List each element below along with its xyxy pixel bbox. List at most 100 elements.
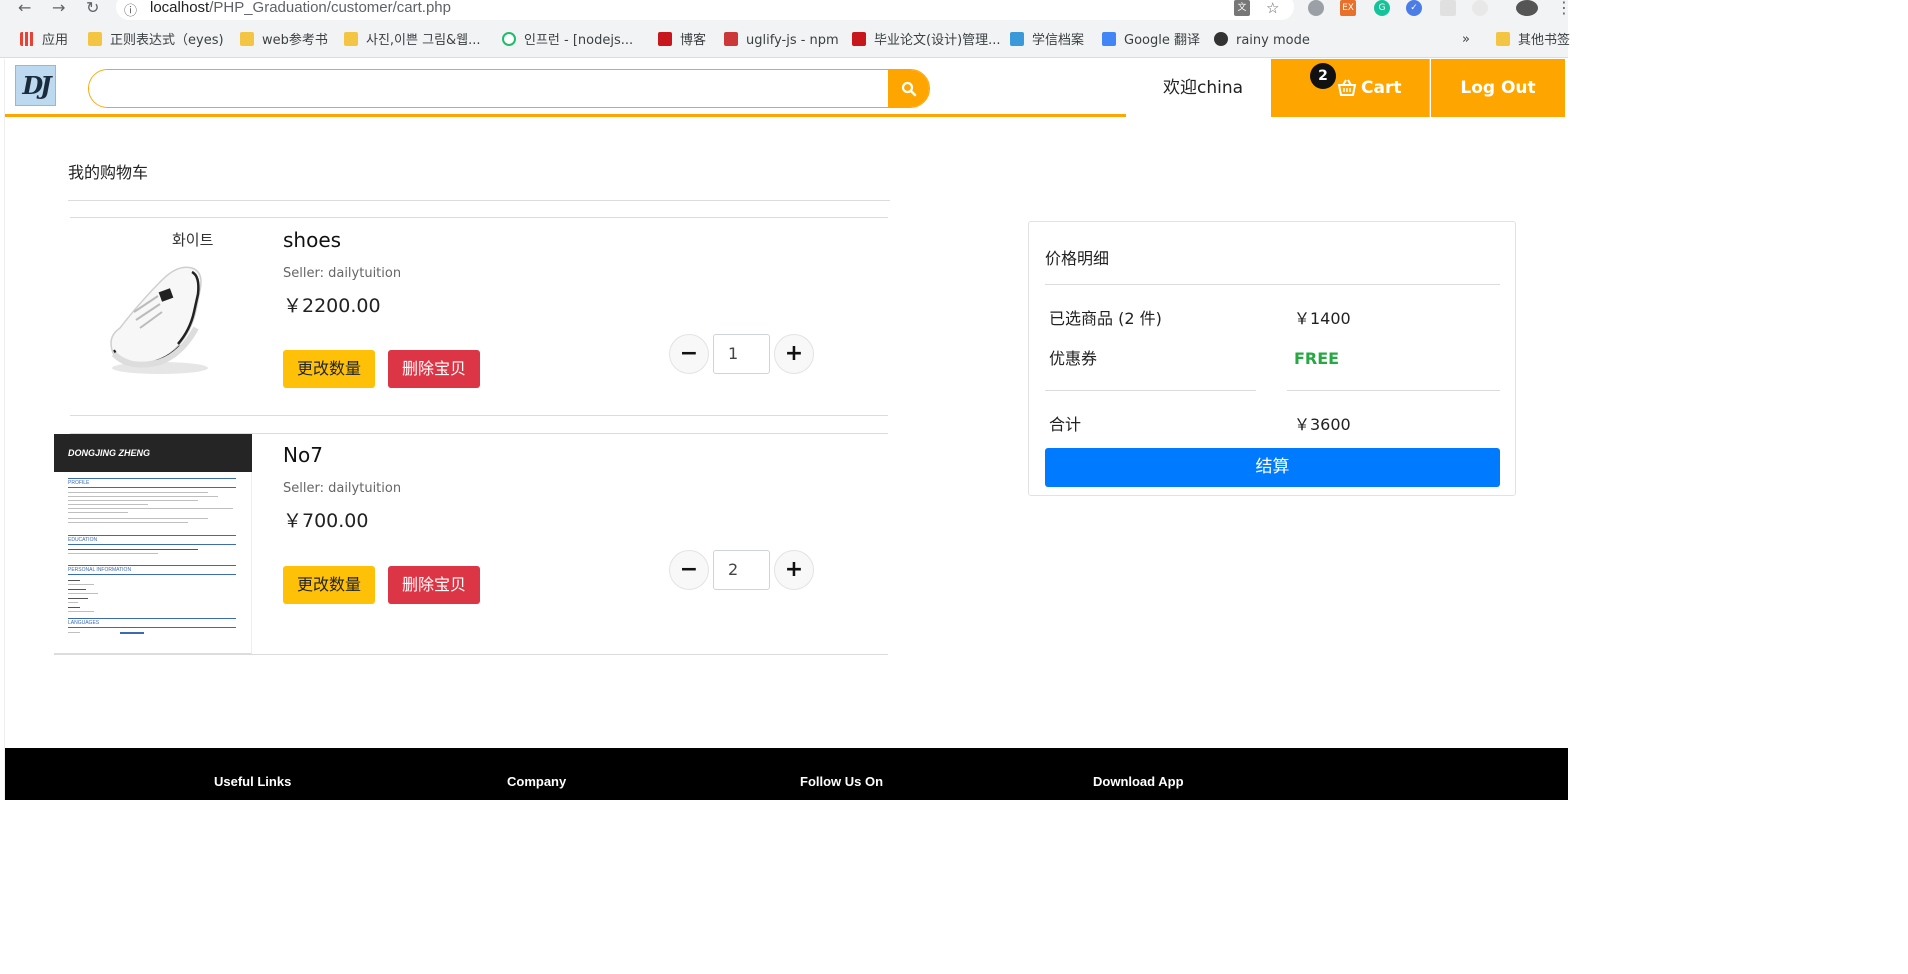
item-seller: Seller: dailytuition [283,481,402,496]
item-price: ￥700.00 [283,510,369,532]
image-caption: 화이트 [172,231,214,249]
delete-item-button[interactable]: 删除宝贝 [388,566,480,604]
bookmark-web-books[interactable]: web参考书 [240,32,328,49]
resume-text-line [68,492,208,493]
footer-download-app[interactable]: Download App [1093,774,1184,790]
resume-text-line [68,607,80,608]
selected-items-value: ￥1400 [1294,309,1351,328]
logout-button[interactable]: Log Out [1431,59,1565,117]
site-logo[interactable]: DJ [15,65,56,106]
back-icon[interactable]: ← [18,0,31,16]
folder-icon [1496,32,1510,46]
update-quantity-button[interactable]: 更改数量 [283,350,375,388]
item-name[interactable]: No7 [283,443,323,467]
product-image-shoes[interactable]: 화이트 [100,225,230,380]
bookmark-thesis[interactable]: 毕业论文(设计)管理... [852,32,1001,49]
quantity-increase-button[interactable]: + [774,550,814,590]
bookmark-inflearn[interactable]: 인프런 - [nodejs... [502,32,633,49]
cart-button[interactable]: 2 Cart [1271,59,1430,117]
resume-rule [68,565,236,566]
globe-extension-icon[interactable] [1308,0,1324,16]
bookmark-npm[interactable]: uglify-js - npm [724,32,839,49]
info-icon[interactable]: ⓘ [124,0,137,19]
bookmark-other[interactable]: 其他书签 [1496,32,1570,49]
resume-rule [68,544,236,545]
resume-text-line [68,553,158,554]
footer-company[interactable]: Company [507,774,566,790]
resume-text-line [68,584,94,585]
header-accent-line [5,114,1126,117]
bookmark-apps[interactable]: 应用 [20,32,68,49]
resume-text-line [68,549,198,550]
cart-title: 我的购物车 [68,163,149,182]
bookmark-chsi[interactable]: 学信档案 [1010,32,1084,49]
quantity-increase-button[interactable]: + [774,334,814,374]
resume-rule [68,478,236,479]
profile-avatar-icon[interactable] [1516,0,1538,16]
resume-text-line [68,580,80,581]
footer-useful-links[interactable]: Useful Links [214,774,291,790]
product-image-no7[interactable]: DONGJING ZHENG PROFILE EDUCATION PERSONA… [54,434,252,654]
resume-text-line [68,504,148,505]
folder-icon [240,32,254,46]
checkout-button[interactable]: 结算 [1045,448,1500,487]
reload-icon[interactable]: ↻ [86,0,99,16]
quantity-input[interactable]: 2 [713,550,770,590]
coupon-label: 优惠券 [1049,349,1098,368]
url-host: localhost [150,0,210,16]
chsi-icon [1010,32,1024,46]
ex-extension-icon[interactable]: EX [1340,0,1356,16]
update-quantity-button[interactable]: 更改数量 [283,566,375,604]
quantity-decrease-button[interactable]: − [669,550,709,590]
bookmark-regex[interactable]: 正则表达式（eyes) [88,32,224,49]
resume-rule [68,627,236,628]
menu-kebab-icon[interactable]: ⋮ [1556,0,1572,16]
resume-rule [68,487,236,488]
search-input[interactable] [89,70,889,107]
delete-item-button[interactable]: 删除宝贝 [388,350,480,388]
folder-icon [88,32,102,46]
cart-label: Cart [1361,78,1402,98]
url-text[interactable]: localhost/PHP_Graduation/customer/cart.p… [150,0,451,16]
bookmark-rainy-mode[interactable]: rainy mode [1214,32,1310,49]
total-label: 合计 [1049,415,1082,434]
inflearn-icon [502,32,516,46]
bookmark-blog[interactable]: 博客 [658,32,706,49]
blank-extension-icon[interactable] [1440,0,1456,16]
search-icon [901,81,916,96]
divider [70,415,888,416]
resume-text-line [68,598,88,599]
quantity-decrease-button[interactable]: − [669,334,709,374]
translate-page-icon[interactable]: 文 [1234,0,1250,16]
check-extension-icon[interactable]: ✓ [1406,0,1422,16]
search-button[interactable] [888,70,929,107]
resume-rule [68,618,236,619]
divider [54,654,888,655]
quantity-input[interactable]: 1 [713,334,770,374]
divider [1287,390,1500,391]
grammarly-extension-icon[interactable]: G [1374,0,1390,16]
bookmark-pictures[interactable]: 사진,이쁜 그림&웹... [344,32,481,49]
resume-section-label: LANGUAGES [68,620,100,626]
shoe-image [110,266,208,374]
google-translate-icon [1102,32,1116,46]
resume-text-line [68,496,218,497]
bookmark-google-translate[interactable]: Google 翻译 [1102,32,1200,49]
bookmarks-overflow-button[interactable]: » [1462,32,1470,48]
total-value: ￥3600 [1294,415,1351,434]
resume-section-label: EDUCATION [68,537,98,543]
footer-follow-us[interactable]: Follow Us On [800,774,883,790]
basket-icon [1337,79,1357,96]
resume-text-line [68,500,198,501]
bookmark-star-icon[interactable]: ☆ [1266,0,1279,16]
resume-text-line [68,593,98,594]
coupon-value: FREE [1294,349,1340,368]
price-summary-panel: 价格明细 已选商品 (2 件) ￥1400 优惠券 FREE 合计 ￥3600 … [1028,221,1516,496]
npm-icon [724,32,738,46]
item-name[interactable]: shoes [283,228,341,252]
browser-toolbar: ← → ↻ ⓘ localhost/PHP_Graduation/custome… [0,0,1572,22]
item-seller: Seller: dailytuition [283,266,402,281]
forward-icon[interactable]: → [52,0,65,16]
target-extension-icon[interactable] [1472,0,1488,16]
resume-text-line [68,589,86,590]
